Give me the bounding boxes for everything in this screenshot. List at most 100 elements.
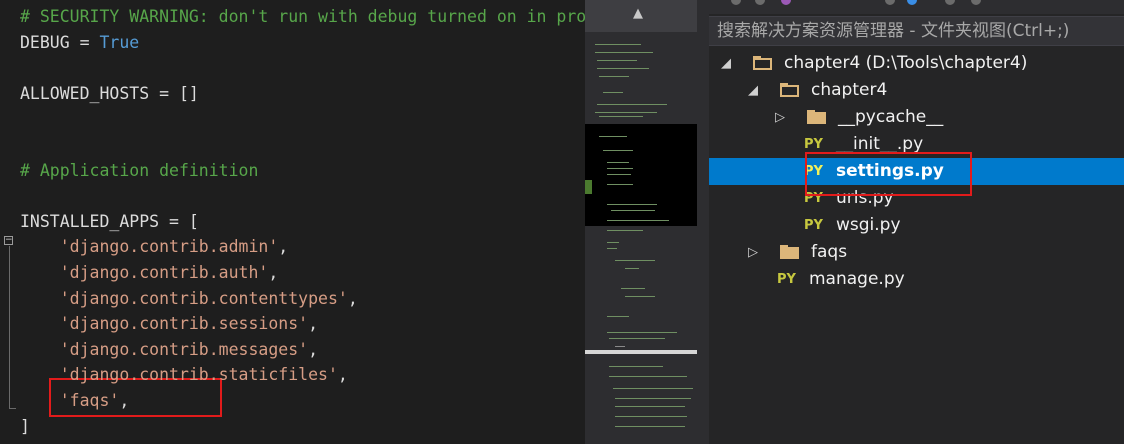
folder-icon xyxy=(780,245,799,259)
annotation-box-settings xyxy=(805,152,972,196)
folder-open-icon xyxy=(753,56,772,70)
code-line[interactable]: 'django.contrib.admin', xyxy=(20,234,288,259)
code-text: ALLOWED_HOSTS = [] xyxy=(20,83,199,103)
code-comment: # SECURITY WARNING: don't run with debug… xyxy=(20,7,585,26)
code-string: 'faqs' xyxy=(20,391,120,410)
home-icon[interactable] xyxy=(731,0,741,5)
minimap-code-line xyxy=(597,60,637,61)
code-line[interactable]: DEBUG = True xyxy=(20,30,139,55)
code-line[interactable]: # SECURITY WARNING: don't run with debug… xyxy=(20,4,585,29)
folder-icon xyxy=(807,110,826,124)
minimap-code-line xyxy=(607,242,619,243)
python-file-icon: PY xyxy=(804,218,823,233)
minimap-code-line xyxy=(615,260,655,261)
minimap-code-line xyxy=(625,268,639,269)
code-keyword: True xyxy=(99,32,140,52)
minimap-code-line xyxy=(609,366,663,367)
back-icon[interactable] xyxy=(755,0,765,5)
code-line[interactable]: 'django.contrib.sessions', xyxy=(20,311,318,336)
minimap-code-line xyxy=(621,288,645,289)
code-line[interactable]: ALLOWED_HOSTS = [] xyxy=(20,81,199,106)
minimap-code-line xyxy=(603,150,633,151)
minimap-code-line xyxy=(615,426,685,427)
code-line[interactable]: ] xyxy=(20,414,30,439)
minimap-code-line xyxy=(625,296,655,297)
code-string: 'django.contrib.auth' xyxy=(20,263,269,282)
minimap-change-marker xyxy=(585,180,592,194)
code-line[interactable]: INSTALLED_APPS = [ xyxy=(20,209,199,234)
collapse-region-icon[interactable]: − xyxy=(4,236,13,245)
minimap-code-line xyxy=(597,68,649,69)
code-string: 'django.contrib.contenttypes' xyxy=(20,288,348,308)
minimap-code-line xyxy=(613,388,693,389)
tree-item-label: __pycache__ xyxy=(838,107,944,127)
minimap-code-line xyxy=(599,116,643,117)
minimap-code-line xyxy=(615,346,625,347)
code-string: 'django.contrib.admin' xyxy=(20,237,279,257)
code-text: ] xyxy=(20,416,30,436)
minimap-code-line xyxy=(607,230,643,231)
collapsed-arrow-icon[interactable]: ▷ xyxy=(746,239,760,266)
expanded-arrow-icon[interactable]: ◢ xyxy=(746,77,760,104)
minimap-code-line xyxy=(607,174,631,175)
tree-item-label: chapter4 (D:\Tools\chapter4) xyxy=(784,53,1028,73)
minimap-code-line xyxy=(603,92,623,93)
chevron-up-icon: ▲ xyxy=(633,6,643,21)
minimap-code-line xyxy=(609,338,665,339)
tree-item-chapter4[interactable]: ◢ chapter4 xyxy=(709,77,1124,104)
minimap-scroll-button[interactable]: ▲ xyxy=(585,0,697,32)
code-text: DEBUG = xyxy=(20,32,100,52)
code-line[interactable]: # Application definition xyxy=(20,158,258,183)
explorer-search-input[interactable]: 搜索解决方案资源管理器 - 文件夹视图(Ctrl+;) xyxy=(709,16,1124,46)
tree-item-label: faqs xyxy=(811,242,848,262)
minimap-separator xyxy=(585,350,697,354)
fold-guide-end xyxy=(9,408,16,409)
code-line[interactable]: 'django.contrib.auth', xyxy=(20,260,279,285)
code-editor[interactable]: − # SECURITY WARNING: don't run with deb… xyxy=(0,0,585,444)
minimap-code-line xyxy=(611,210,655,211)
minimap-code-line xyxy=(607,220,669,221)
code-minimap[interactable]: ▲ xyxy=(585,0,697,444)
tree-item-label: manage.py xyxy=(809,269,905,289)
tree-item-faqs[interactable]: ▷ faqs xyxy=(709,239,1124,266)
minimap-code-line xyxy=(607,184,633,185)
collapse-all-icon[interactable] xyxy=(945,0,955,5)
tree-item-label: chapter4 xyxy=(811,80,888,100)
tree-item-wsgi-py[interactable]: PY wsgi.py xyxy=(709,212,1124,239)
sync-icon[interactable] xyxy=(885,0,895,5)
code-comment: # Application definition xyxy=(20,160,259,180)
python-file-icon: PY xyxy=(777,272,796,287)
pane-divider[interactable] xyxy=(697,0,709,444)
minimap-code-line xyxy=(607,332,677,333)
code-line[interactable]: 'django.contrib.staticfiles', xyxy=(20,362,348,387)
code-text: , xyxy=(308,339,319,359)
tree-item-manage-py[interactable]: PY manage.py xyxy=(709,266,1124,293)
minimap-code-line xyxy=(607,162,629,163)
solution-explorer: 搜索解决方案资源管理器 - 文件夹视图(Ctrl+;) ◢ chapter4 (D… xyxy=(709,0,1124,444)
code-text: , xyxy=(278,237,289,257)
explorer-toolbar xyxy=(709,0,1124,14)
folder-open-icon xyxy=(780,83,799,97)
minimap-code-line xyxy=(615,398,691,399)
tree-item-chapter4-d-tools-chapter4[interactable]: ◢ chapter4 (D:\Tools\chapter4) xyxy=(709,50,1124,77)
expanded-arrow-icon[interactable]: ◢ xyxy=(719,50,733,77)
code-string: 'django.contrib.staticfiles' xyxy=(20,365,338,385)
code-line[interactable]: 'django.contrib.messages', xyxy=(20,337,318,362)
minimap-code-line xyxy=(597,104,667,105)
code-line[interactable]: 'django.contrib.contenttypes', xyxy=(20,286,358,311)
pending-changes-icon[interactable] xyxy=(907,0,917,5)
vs-window: − # SECURITY WARNING: don't run with deb… xyxy=(0,0,1124,444)
code-text: , xyxy=(308,314,319,334)
code-text: , xyxy=(268,263,279,282)
code-line[interactable]: 'faqs', xyxy=(20,388,130,413)
minimap-code-line xyxy=(607,248,617,249)
show-all-icon[interactable] xyxy=(971,0,981,5)
minimap-code-line xyxy=(599,136,627,137)
collapsed-arrow-icon[interactable]: ▷ xyxy=(773,104,787,131)
minimap-code-line xyxy=(609,376,687,377)
minimap-code-line xyxy=(595,52,653,53)
code-text: , xyxy=(119,391,130,410)
tree-item-pycache[interactable]: ▷ __pycache__ xyxy=(709,104,1124,131)
vs-icon[interactable] xyxy=(781,0,791,5)
minimap-code-line xyxy=(607,316,629,317)
